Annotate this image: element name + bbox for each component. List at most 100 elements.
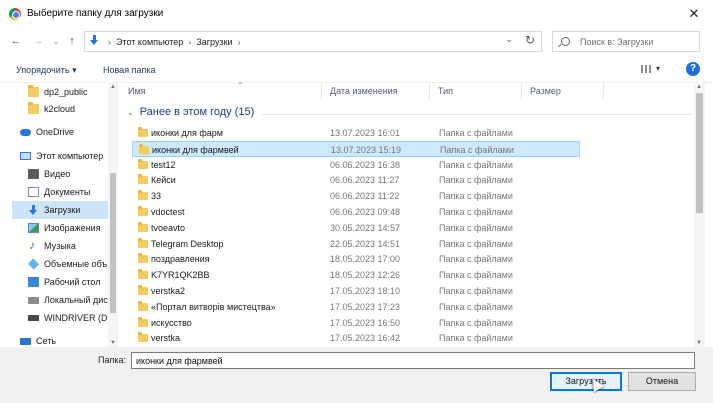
- breadcrumb-separator: ›: [237, 36, 241, 47]
- file-row[interactable]: иконки для фармвей 13.07.2023 15:19 Папк…: [132, 140, 580, 157]
- breadcrumb-this-pc[interactable]: Этот компьютер: [116, 37, 183, 47]
- column-header-type[interactable]: Тип: [432, 83, 522, 100]
- column-header-name[interactable]: Имя: [122, 77, 322, 100]
- file-row[interactable]: K7YR1QK2BB 18.05.2023 12:26 Папка с файл…: [132, 267, 580, 283]
- sidebar-item-3d-objects[interactable]: Объемные объ: [12, 255, 118, 273]
- sidebar-item-label: k2cloud: [44, 104, 76, 114]
- file-name: Кейси: [151, 175, 176, 186]
- sidebar-item-label: Видео: [44, 169, 71, 179]
- file-type: Папка с файлами: [439, 128, 513, 138]
- search-input[interactable]: [579, 36, 699, 47]
- view-options-dropdown[interactable]: ▾: [656, 64, 660, 73]
- folder-icon: [138, 221, 148, 232]
- folder-icon: [28, 102, 39, 114]
- file-row[interactable]: 33 06.06.2023 11:22 Папка с файлами: [132, 188, 580, 204]
- group-header[interactable]: ⌄ Ранее в этом году (15): [127, 106, 254, 118]
- sidebar-item-videos[interactable]: Видео: [12, 165, 118, 183]
- file-type: Папка с файлами: [439, 222, 513, 233]
- file-row[interactable]: искусство 17.05.2023 16:50 Папка с файла…: [132, 315, 580, 331]
- file-list-scroll-thumb[interactable]: [696, 93, 703, 213]
- file-row[interactable]: иконки для фарм 13.07.2023 16:01 Папка с…: [132, 125, 580, 141]
- sidebar-item-this-pc[interactable]: Этот компьютер: [12, 147, 118, 165]
- sidebar-item-windriver[interactable]: WINDRIVER (D:): [12, 309, 118, 327]
- sidebar-item-label: Сеть: [36, 336, 57, 346]
- recent-locations-dropdown[interactable]: ⌄: [48, 33, 64, 49]
- dialog-footer: Папка: Загрузить Отмена: [0, 347, 713, 403]
- chevron-down-icon: ⌄: [127, 107, 134, 117]
- folder-icon: [138, 237, 148, 248]
- scroll-up-icon[interactable]: ▲: [696, 84, 702, 90]
- file-name: verstka2: [151, 286, 186, 296]
- scroll-down-icon[interactable]: ▼: [110, 340, 116, 346]
- cancel-button[interactable]: Отмена: [628, 372, 696, 391]
- scroll-down-icon[interactable]: ▼: [696, 340, 702, 346]
- file-list-scrollbar[interactable]: ▲ ▼: [694, 83, 705, 347]
- file-row[interactable]: поздравления 18.05.2023 17:00 Папка с фа…: [132, 251, 580, 267]
- scroll-up-icon[interactable]: ▲: [110, 84, 116, 90]
- breadcrumb-downloads[interactable]: Загрузки: [196, 37, 232, 47]
- sidebar-item-downloads[interactable]: Загрузки: [12, 201, 118, 219]
- file-date: 30.05.2023 14:57: [330, 222, 401, 233]
- file-date: 18.05.2023 17:00: [330, 254, 401, 265]
- file-name: vdoctest: [151, 207, 185, 217]
- file-date: 17.05.2023 17:23: [330, 301, 401, 312]
- sidebar-item-dp2-public[interactable]: dp2_public: [12, 83, 118, 101]
- folder-field[interactable]: [131, 352, 695, 369]
- back-button[interactable]: ←: [8, 33, 24, 49]
- sidebar-item-documents[interactable]: Документы: [12, 183, 118, 201]
- forward-button[interactable]: →: [30, 33, 46, 49]
- breadcrumb-separator: ›: [108, 36, 111, 47]
- organize-button[interactable]: Упорядочить ▾: [16, 65, 77, 76]
- organize-arrow-icon: ▾: [72, 65, 77, 75]
- sidebar-item-label: Музыка: [44, 241, 76, 251]
- address-bar[interactable]: › Этот компьютер › Загрузки › ⌄ ↻: [84, 31, 542, 52]
- sidebar-item-local-disk[interactable]: Локальный дис: [12, 291, 118, 309]
- file-name: Telegram Desktop: [151, 238, 224, 249]
- file-name: «Портал витворів мистецтва»: [151, 301, 276, 312]
- file-row[interactable]: Telegram Desktop 22.05.2023 14:51 Папка …: [132, 236, 580, 252]
- close-button[interactable]: ✕: [681, 4, 707, 24]
- sidebar-item-label: Документы: [44, 187, 91, 197]
- file-date: 13.07.2023 16:01: [330, 128, 401, 138]
- sidebar-item-label: WINDRIVER (D:): [44, 313, 113, 323]
- group-divider: [262, 114, 692, 115]
- search-box[interactable]: [552, 31, 700, 52]
- file-row[interactable]: test12 06.06.2023 16:38 Папка с файлами: [132, 157, 580, 173]
- file-row[interactable]: Кейси 06.06.2023 11:27 Папка с файлами: [132, 172, 580, 188]
- up-button[interactable]: ↑: [64, 33, 80, 49]
- sidebar-item-network[interactable]: Сеть: [12, 332, 118, 347]
- folder-icon: [138, 174, 148, 185]
- new-folder-button[interactable]: Новая папка: [103, 65, 155, 75]
- folder-icon: [138, 300, 148, 311]
- local-disk-icon: [28, 296, 39, 304]
- sidebar-item-onedrive[interactable]: OneDrive: [12, 123, 118, 141]
- column-header-size[interactable]: Размер: [524, 83, 604, 100]
- sidebar-item-pictures[interactable]: Изображения: [12, 219, 118, 237]
- file-row[interactable]: verstka2 17.05.2023 18:10 Папка с файлам…: [132, 283, 580, 299]
- folder-icon: [138, 158, 148, 169]
- file-date: 06.06.2023 16:38: [330, 159, 401, 170]
- file-row[interactable]: vdoctest 06.06.2023 09:48 Папка с файлам…: [132, 204, 580, 220]
- sidebar-scrollbar[interactable]: ▲ ▼: [108, 83, 118, 347]
- refresh-button[interactable]: ↻: [525, 33, 535, 47]
- view-options-icon[interactable]: [640, 63, 654, 75]
- sidebar-item-k2cloud[interactable]: k2cloud: [12, 100, 118, 118]
- sidebar-item-desktop[interactable]: Рабочий стол: [12, 273, 118, 291]
- sidebar-scroll-thumb[interactable]: [110, 173, 116, 313]
- address-dropdown[interactable]: ⌄: [505, 34, 513, 45]
- downloads-icon: [89, 34, 103, 49]
- column-header-date[interactable]: Дата изменения: [324, 83, 430, 100]
- file-name: test12: [151, 159, 176, 170]
- sidebar-item-music[interactable]: Музыка: [12, 237, 118, 255]
- file-type: Папка с файлами: [439, 238, 513, 249]
- select-folder-button[interactable]: Загрузить: [550, 372, 622, 391]
- sidebar-item-label: Объемные объ: [44, 259, 108, 269]
- organize-label: Упорядочить: [16, 65, 70, 75]
- file-row[interactable]: «Портал витворів мистецтва» 17.05.2023 1…: [132, 299, 580, 315]
- file-row[interactable]: tvoeavto 30.05.2023 14:57 Папка с файлам…: [132, 220, 580, 236]
- file-name: tvoeavto: [151, 222, 186, 233]
- onedrive-icon: [20, 128, 31, 136]
- help-button[interactable]: ?: [686, 62, 700, 76]
- sidebar-item-label: Загрузки: [44, 205, 81, 215]
- file-row[interactable]: verstka 17.05.2023 16:42 Папка с файлами: [132, 330, 580, 346]
